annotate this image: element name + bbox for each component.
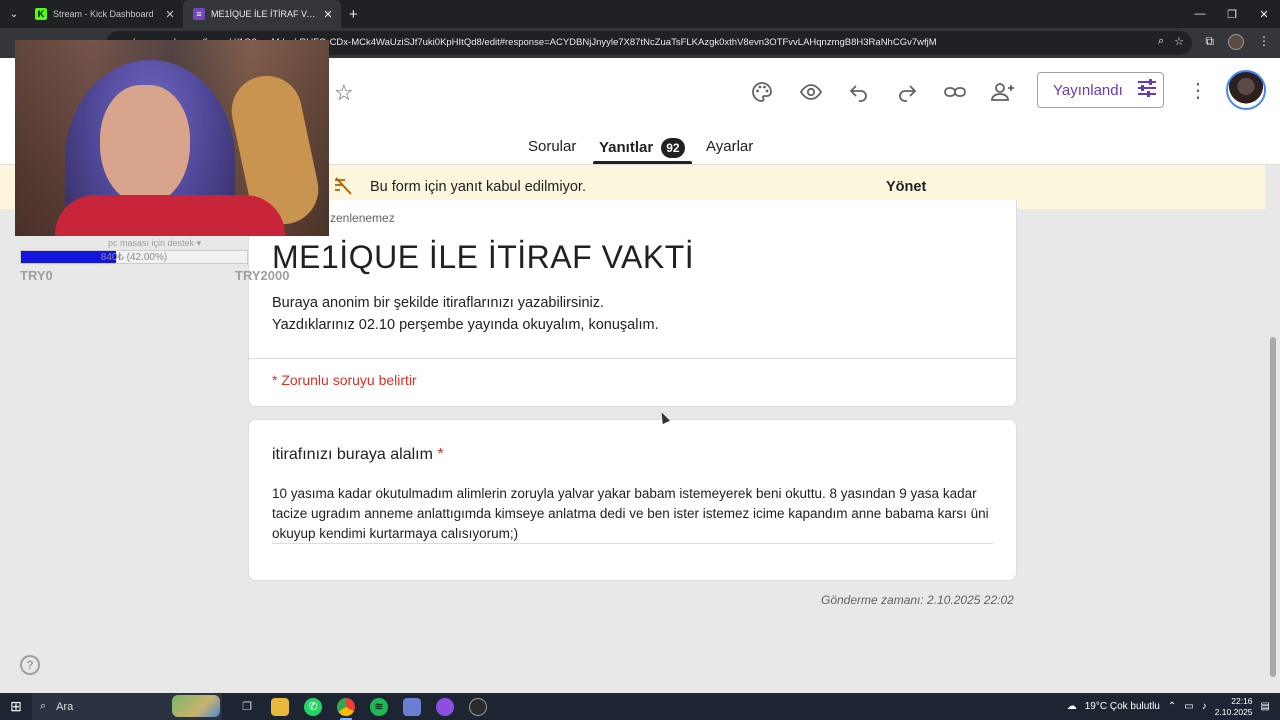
- system-tray: ☁ 19°C Çok bulutlu ⌃ ▭ ♪ 22:16 2.10.2025…: [1067, 693, 1280, 720]
- page-scrollbar[interactable]: [1267, 165, 1280, 693]
- account-avatar[interactable]: [1226, 70, 1266, 110]
- omnibox-actions: ⌕ ☆: [1158, 35, 1184, 48]
- add-collaborator-icon[interactable]: [990, 79, 1016, 105]
- kick-favicon-icon: K: [35, 8, 47, 20]
- forms-favicon-icon: ≡: [193, 8, 205, 20]
- goal-progress-text: 840₺ (42.00%): [100, 252, 168, 263]
- goal-max-label: TRY2000: [235, 268, 290, 283]
- app-icon[interactable]: [403, 697, 421, 716]
- extensions-puzzle-icon[interactable]: ⧉: [1205, 34, 1214, 50]
- donation-goal-widget: pc masası için destek ▾ 840₺ (42.00%) TR…: [15, 236, 289, 288]
- goal-min-label: TRY0: [20, 268, 53, 283]
- manage-button[interactable]: Yönet: [886, 179, 926, 195]
- tab-responses-label: Yanıtlar: [599, 139, 654, 156]
- obs-icon[interactable]: [469, 697, 487, 716]
- browser-tab-kick[interactable]: K Stream - Kick Dashboard ✕: [25, 0, 183, 28]
- divider: [248, 358, 1017, 359]
- tray-overflow-icon[interactable]: ⌃: [1168, 701, 1176, 712]
- windows-taskbar: ⊞ ⌕ Ara ❐ ✆ ≋ ☁ 19°C Çok bulutlu ⌃ ▭ ♪ 2…: [0, 693, 1280, 720]
- clock-time: 22:16: [1231, 695, 1253, 706]
- edit-note: zenlenemez: [330, 211, 395, 225]
- taskbar-clock[interactable]: 22:16 2.10.2025: [1215, 696, 1253, 718]
- required-note: * Zorunlu soruyu belirtir: [272, 372, 417, 388]
- close-tab-icon[interactable]: ✕: [321, 8, 335, 21]
- published-button[interactable]: Yayınlandı: [1037, 72, 1164, 108]
- star-icon[interactable]: ☆: [334, 80, 354, 106]
- network-icon[interactable]: ▭: [1184, 701, 1193, 712]
- task-view-icon[interactable]: ❐: [238, 698, 256, 716]
- taskbar-search-placeholder: Ara: [56, 700, 74, 713]
- more-options-icon[interactable]: ⋮: [1188, 78, 1208, 103]
- required-asterisk: *: [437, 446, 444, 463]
- taskbar-apps: ❐ ✆ ≋: [238, 697, 487, 720]
- active-tab-indicator: [593, 161, 692, 164]
- whatsapp-icon[interactable]: ✆: [304, 697, 322, 716]
- scrollbar-thumb[interactable]: [1270, 337, 1276, 677]
- zoom-icon[interactable]: ⌕: [1158, 35, 1164, 48]
- file-explorer-icon[interactable]: [271, 697, 289, 716]
- weather-icon[interactable]: ☁: [1067, 701, 1077, 712]
- goal-label: pc masası için destek ▾: [108, 238, 202, 248]
- publish-settings-icon: [1137, 78, 1157, 102]
- close-tab-icon[interactable]: ✕: [163, 8, 177, 21]
- toolbar-extensions: ⧉ ⋮: [1205, 34, 1270, 50]
- response-answer-text: 10 yasıma kadar okutulmadım alimlerin zo…: [272, 486, 989, 541]
- tab-questions[interactable]: Sorular: [528, 138, 576, 155]
- goal-progress-bar: 840₺ (42.00%): [20, 250, 248, 264]
- search-highlight-image: [172, 695, 220, 717]
- clock-date: 2.10.2025: [1214, 706, 1253, 717]
- browser-profile-avatar[interactable]: [1228, 34, 1244, 50]
- browser-menu-icon[interactable]: ⋮: [1258, 34, 1270, 50]
- tab-search-chevron-icon[interactable]: ⌄: [3, 4, 25, 24]
- bookmark-star-icon[interactable]: ☆: [1174, 35, 1184, 48]
- spotify-icon[interactable]: ≋: [370, 697, 388, 716]
- banner-message: Bu form için yanıt kabul edilmiyor.: [370, 179, 586, 195]
- description-line: Buraya anonim bir şekilde itiraflarınızı…: [272, 295, 605, 311]
- search-icon: ⌕: [40, 700, 47, 712]
- minimize-icon[interactable]: —: [1184, 0, 1216, 28]
- description-line: Yazdıklarınız 02.10 perşembe yayında oku…: [272, 317, 659, 333]
- question-label: itirafınızı buraya alalım *: [272, 446, 444, 464]
- help-icon[interactable]: ?: [20, 655, 40, 675]
- messenger-icon[interactable]: [436, 697, 454, 716]
- webcam-overlay: [15, 40, 329, 236]
- palette-icon[interactable]: [749, 79, 775, 105]
- submission-timestamp: Gönderme zamanı: 2.10.2025 22:02: [821, 593, 1014, 607]
- new-tab-button[interactable]: +: [349, 6, 358, 23]
- tab-title: Stream - Kick Dashboard: [53, 9, 154, 19]
- tab-settings[interactable]: Ayarlar: [706, 138, 753, 155]
- chrome-icon[interactable]: [337, 697, 355, 720]
- windows-start-icon[interactable]: ⊞: [0, 693, 32, 720]
- answer-underline: [272, 543, 993, 544]
- responses-count-badge: 92: [661, 138, 685, 158]
- streamer-shirt: [55, 195, 285, 236]
- browser-tab-strip: ⌄ K Stream - Kick Dashboard ✕ ≡ ME1İQUE …: [0, 0, 1280, 28]
- streamer-face: [100, 85, 190, 205]
- responses-off-icon: [333, 177, 353, 200]
- undo-icon[interactable]: [846, 79, 872, 105]
- close-window-icon[interactable]: ✕: [1248, 0, 1280, 28]
- form-title: ME1İQUE İLE İTİRAF VAKTİ: [272, 239, 695, 275]
- tab-title: ME1İQUE İLE İTİRAF VAKTİ - Go: [211, 9, 321, 19]
- taskbar-search[interactable]: ⌕ Ara: [32, 693, 222, 720]
- tab-responses[interactable]: Yanıtlar 92: [599, 138, 685, 158]
- volume-icon[interactable]: ♪: [1202, 701, 1207, 712]
- link-icon[interactable]: [942, 79, 968, 105]
- browser-tab-forms[interactable]: ≡ ME1İQUE İLE İTİRAF VAKTİ - Go ✕: [183, 0, 341, 28]
- question-text: itirafınızı buraya alalım: [272, 446, 433, 463]
- form-description: Buraya anonim bir şekilde itiraflarınızı…: [272, 292, 659, 336]
- preview-eye-icon[interactable]: [798, 79, 824, 105]
- weather-text[interactable]: 19°C Çok bulutlu: [1085, 701, 1160, 712]
- restore-icon[interactable]: ❐: [1216, 0, 1248, 28]
- published-label: Yayınlandı: [1053, 81, 1123, 99]
- redo-icon[interactable]: [894, 79, 920, 105]
- window-controls: — ❐ ✕: [1184, 0, 1280, 28]
- notifications-icon[interactable]: ▤: [1261, 701, 1270, 712]
